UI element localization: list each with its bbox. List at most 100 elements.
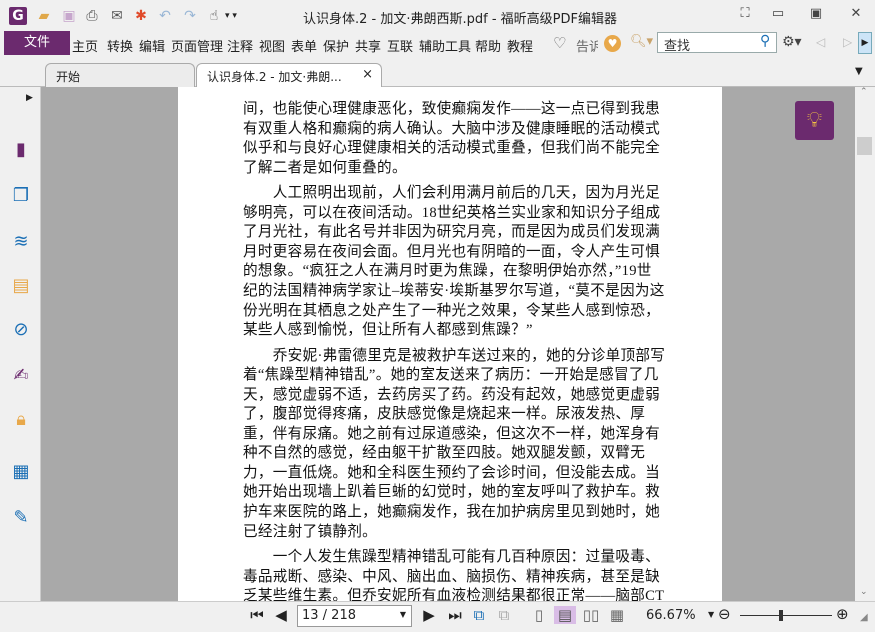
text-line: 了月光社，有此名号并非因为研究月亮，而是因为成员们发现满 [243,224,661,241]
tips-lightbulb-button[interactable]: 💡︎ [795,101,834,140]
zoom-out-icon[interactable]: ⊖ [718,605,731,623]
zoom-level[interactable]: 66.67% [646,608,696,623]
menu-help[interactable]: 帮助 [475,36,501,55]
search-icon[interactable]: ⚲ [760,33,770,49]
close-button[interactable]: ✕ [846,6,866,24]
pdf-page: 间，也能使心理健康恶化，致使癫痫发作——这一点已得到我患 有双重人格和癫痫的病人确… [178,87,722,601]
menu-edit[interactable]: 编辑 [139,36,165,55]
zoom-dropdown-icon[interactable]: ▼ [708,610,714,619]
first-page-icon[interactable]: ⏮ [248,606,266,624]
form-fields-icon[interactable]: ▦ [10,461,32,483]
expand-panel-icon[interactable]: ▶ [26,93,33,103]
text-line: 间，也能使心理健康恶化，致使癫痫发作——这一点已得到我患 [243,101,661,117]
menu-home[interactable]: 主页 [72,36,98,55]
scroll-up-icon[interactable]: ⌃ [860,87,868,97]
tab-label: 认识身体.2 - 加文·弗朗... [207,70,342,84]
menu-convert[interactable]: 转换 [107,36,133,55]
menu-form[interactable]: 表单 [291,36,317,55]
menu-tutorial[interactable]: 教程 [507,36,533,55]
scroll-thumb[interactable] [857,137,872,155]
single-page-icon[interactable]: ▯ [530,606,548,624]
menu-comment[interactable]: 注释 [227,36,253,55]
text-line: 纪的法国精神病学家让–埃蒂安·埃斯基罗尔写道，“莫不是因为这 [243,282,665,299]
menu-connect[interactable]: 互联 [387,36,413,55]
menu-accessibility[interactable]: 辅助工具 [419,36,471,55]
text-line: 有双重人格和癫痫的病人确认。大脑中涉及健康睡眠的活动模式 [243,120,661,137]
text-line: 乔安妮·弗雷德里克是被救护车送过来的，她的分诊单顶部写 [243,347,666,364]
text-line: 种不自然的感觉，经由躯干扩散至四肢。她双腿发颤，双臂无 [243,445,646,462]
layers-icon[interactable]: ≋ [10,231,32,253]
tab-list-dropdown-icon[interactable]: ▼ [855,66,863,77]
new-document-icon[interactable]: ✱ [132,7,150,25]
text-line: 了解二者是如何重叠的。 [243,159,407,176]
tell-me-label[interactable]: 告诉 [576,36,598,55]
zoom-slider-thumb[interactable] [779,610,784,621]
undo-icon[interactable]: ↶ [156,7,174,25]
maximize-button[interactable]: ▣ [806,6,826,24]
folder-search-icon[interactable]: 🔍︎▾ [630,34,653,49]
certificate-icon[interactable]: ✎ [10,507,32,529]
continuous-facing-icon[interactable]: ▦ [608,606,626,624]
text-line: 人工照明出现前，人们会利用满月前后的几天，因为月光足 [243,185,661,202]
security-lock-icon[interactable]: 🔒︎ [10,409,32,431]
page-thumbnails-icon[interactable]: ▮ [10,139,32,161]
continuous-page-icon[interactable]: ▤ [554,606,576,624]
menu-view[interactable]: 视图 [259,36,285,55]
last-page-icon[interactable]: ⏭ [446,606,464,624]
text-line: 一个人发生焦躁型精神错乱可能有几百种原因：过量吸毒、 [243,549,661,566]
menu-protect[interactable]: 保护 [323,36,349,55]
scroll-down-icon[interactable]: ⌄ [860,587,868,597]
minimize-button[interactable]: ▭ [768,6,788,24]
app-logo-icon: G [9,7,27,25]
tab-close-icon[interactable]: × [362,67,373,82]
previous-view-icon[interactable]: ⧉ [470,606,488,624]
menu-page-management[interactable]: 页面管理 [171,36,223,55]
print-icon[interactable]: ⎙ [83,7,101,25]
text-line: 乏某些维生素。但乔安妮所有血液检测结果都很正常——脑部CT [243,588,665,601]
signature-icon[interactable]: ✍ [10,365,32,387]
save-icon[interactable]: ▣ [60,7,78,25]
text-line: 着“焦躁型精神错乱”。她的室友送来了病历：一开始是感冒了几 [243,367,659,384]
tab-start[interactable]: 开始 [45,63,195,87]
attachments-icon[interactable]: ⊘ [10,319,32,341]
text-line: 月时更容易在夜间会面。但月光也有阴暗的一面，令人产生可惧 [243,243,661,260]
lightbulb-icon[interactable]: ♡ [553,34,566,52]
text-line: 毒品戒断、感染、中风、脑出血、脑损伤、精神疾病，甚至是缺 [243,568,661,585]
text-line: 的想象。“疯狂之人在满月时更为焦躁，在黎明伊始亦然，”19世 [243,263,652,280]
customize-dropdown-icon[interactable]: ▾ ▾ [222,7,240,25]
hand-tool-icon[interactable]: ☝ [205,7,223,25]
open-folder-icon[interactable]: ▰ [35,7,53,25]
text-line: 份光明在其栖息之处产生了一种光之效果，令某些人感到惊恐， [243,302,661,319]
pages-icon[interactable]: ❐ [10,185,32,207]
tab-document[interactable]: 认识身体.2 - 加文·弗朗... × [196,63,382,87]
text-line: 已经注射了镇静剂。 [243,523,378,540]
zoom-slider[interactable] [740,615,832,616]
menu-share[interactable]: 共享 [355,36,381,55]
vertical-scrollbar[interactable]: ⌃ ⌄ [855,87,875,601]
facing-pages-icon[interactable]: ▯▯ [582,606,600,624]
fullscreen-icon[interactable]: ⛶ [735,6,755,24]
settings-gear-icon[interactable]: ⚙▾ [782,34,802,50]
next-view-icon[interactable]: ⧉ [495,606,513,624]
zoom-in-icon[interactable]: ⊕ [836,605,849,623]
heart-icon[interactable]: ♥ [604,35,621,52]
ribbon-expand-button[interactable]: ▶ [858,32,872,54]
previous-page-icon[interactable]: ◀ [272,606,290,624]
page-number-input[interactable]: 13 / 218 ▼ [297,605,412,627]
document-canvas: 间，也能使心理健康恶化，致使癫痫发作——这一点已得到我患 有双重人格和癫痫的病人确… [41,87,855,601]
next-page-icon[interactable]: ▶ [420,606,438,624]
nav-forward-icon[interactable]: ▷ [843,35,852,49]
search-input[interactable]: 查找 [657,32,777,54]
comments-icon[interactable]: ▤ [10,275,32,297]
text-line: 似乎和与良好心理健康相关的活动模式重叠，但我们尚不能完全 [243,140,661,157]
window-title: 认识身体.2 - 加文·弗朗西斯.pdf - 福昕高级PDF编辑器 [303,12,617,27]
tab-label: 开始 [56,70,81,84]
resize-grip-icon[interactable]: ◢ [860,612,868,623]
email-icon[interactable]: ✉ [108,7,126,25]
nav-back-icon[interactable]: ◁ [816,35,825,49]
redo-icon[interactable]: ↷ [181,7,199,25]
text-line: 天，感觉虚弱不适，去药房买了药。药没有起效，她感觉更虚弱 [243,386,661,403]
text-line: 了，腹部觉得疼痛，皮肤感觉像是烧起来一样。尿液发热、厚 [243,406,646,423]
text-line: 够明亮，可以在夜间活动。18世纪英格兰实业家和知识分子组成 [243,204,661,221]
file-menu[interactable]: 文件 [4,31,70,55]
